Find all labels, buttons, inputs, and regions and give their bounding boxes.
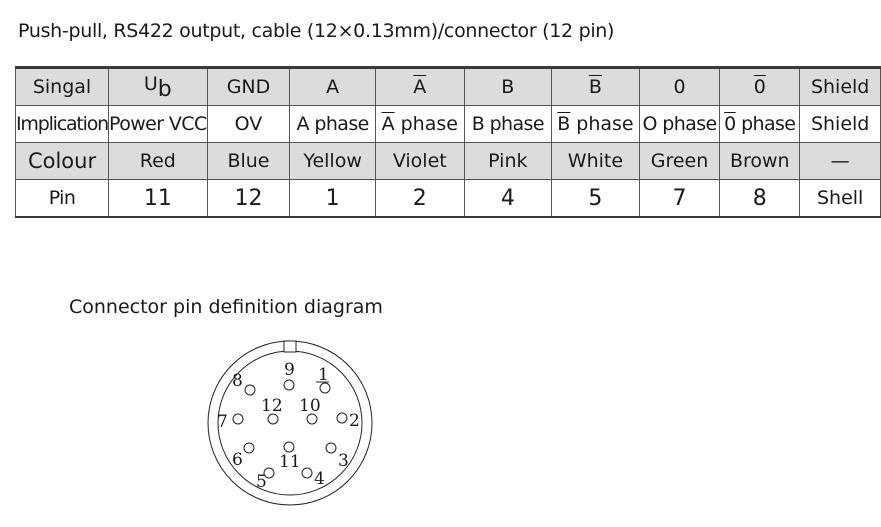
row-label-pin: Pin bbox=[14, 179, 110, 218]
pin-6-label: 6 bbox=[232, 450, 243, 470]
cell-signal-0-bar: 0 bbox=[719, 67, 801, 106]
cell-pin-11: 11 bbox=[108, 179, 208, 218]
pin-5-label: 5 bbox=[256, 472, 267, 492]
pin-4-label: 4 bbox=[314, 469, 325, 489]
cell-pin-8: 8 bbox=[719, 179, 801, 218]
cell-impl-b-bar-phase: B phase bbox=[551, 105, 640, 143]
cell-colour-white: White bbox=[551, 142, 640, 180]
cell-impl-power: Power VCC bbox=[108, 105, 208, 143]
cell-signal-0: 0 bbox=[638, 67, 721, 106]
cell-signal-shield: Shield bbox=[799, 67, 881, 106]
table-row-signal: Singal Ub GND A A B B 0 0 Shield bbox=[14, 67, 881, 106]
pin-6-hole bbox=[243, 442, 255, 454]
ub-main: U bbox=[143, 72, 158, 95]
zero-bar-text: 0 bbox=[753, 76, 766, 98]
diagram-title: Connector pin definition diagram bbox=[69, 296, 383, 318]
cell-impl-o-phase: O phase bbox=[638, 105, 721, 143]
table-row-implication: Implication Power VCC OV A phase A phase… bbox=[14, 105, 881, 143]
cell-colour-violet: Violet bbox=[374, 142, 465, 180]
cell-pin-2: 2 bbox=[374, 179, 465, 218]
cell-pin-5: 5 bbox=[551, 179, 640, 218]
pin-8-hole bbox=[244, 384, 256, 396]
pin-12-label: 12 bbox=[261, 396, 283, 416]
cell-pin-1: 1 bbox=[289, 179, 376, 218]
pin-10-label: 10 bbox=[299, 396, 321, 416]
cell-pin-4: 4 bbox=[463, 179, 553, 218]
phase-suffix: phase bbox=[570, 113, 634, 135]
b-bar-text: B bbox=[588, 76, 602, 98]
pin-9-hole bbox=[283, 379, 295, 391]
row-label-implication: Implication bbox=[14, 105, 110, 143]
cell-impl-a-bar-phase: A phase bbox=[374, 105, 465, 143]
cell-colour-pink: Pink bbox=[463, 142, 553, 180]
phase-suffix: phase bbox=[735, 113, 796, 135]
page-title: Push-pull, RS422 output, cable (12×0.13m… bbox=[18, 20, 615, 42]
pin-group: 123456789101112 bbox=[217, 360, 360, 492]
cell-impl-ov: OV bbox=[206, 105, 291, 143]
cell-impl-a-phase: A phase bbox=[289, 105, 376, 143]
pin-3-hole bbox=[325, 442, 337, 454]
table-row-pin: Pin 11 12 1 2 4 5 7 8 Shell bbox=[14, 179, 881, 218]
cell-signal-a: A bbox=[289, 67, 376, 106]
row-label-colour: Colour bbox=[14, 142, 110, 180]
cell-colour-brown: Brown bbox=[719, 142, 801, 180]
pin-2-hole bbox=[336, 412, 348, 424]
cell-impl-shield: Shield bbox=[799, 105, 881, 143]
cell-colour-yellow: Yellow bbox=[289, 142, 376, 180]
pin-11-hole bbox=[283, 441, 295, 453]
a-bar-text: A bbox=[413, 76, 427, 98]
pin-11-label: 11 bbox=[279, 452, 301, 472]
cell-colour-none: — bbox=[799, 142, 881, 180]
cell-impl-b-phase: B phase bbox=[463, 105, 553, 143]
cell-signal-b: B bbox=[463, 67, 553, 106]
cell-colour-green: Green bbox=[638, 142, 721, 180]
zero-bar-prefix: 0 bbox=[724, 113, 736, 135]
cell-signal-gnd: GND bbox=[206, 67, 291, 106]
phase-suffix: phase bbox=[394, 113, 458, 135]
pin-8-label: 8 bbox=[232, 371, 243, 391]
cell-colour-blue: Blue bbox=[206, 142, 291, 180]
pin-7-hole bbox=[232, 413, 244, 425]
cell-pin-shell: Shell bbox=[799, 179, 881, 218]
signal-table: Singal Ub GND A A B B 0 0 Shield Implica… bbox=[14, 66, 881, 218]
ub-subscript: b bbox=[157, 76, 172, 102]
pin-9-label: 9 bbox=[284, 360, 295, 380]
cell-pin-12: 12 bbox=[206, 179, 291, 218]
connector-diagram: 123456789101112 bbox=[207, 340, 373, 506]
a-bar-prefix: A bbox=[381, 113, 395, 135]
pin-2-label: 2 bbox=[349, 411, 360, 431]
row-label-signal: Singal bbox=[14, 67, 110, 106]
cell-signal-ub: Ub bbox=[108, 67, 208, 106]
b-bar-prefix: B bbox=[557, 113, 571, 135]
connector-key-notch bbox=[283, 340, 297, 353]
table-row-colour: Colour Red Blue Yellow Violet Pink White… bbox=[14, 142, 881, 180]
cell-colour-red: Red bbox=[108, 142, 208, 180]
pin-7-label: 7 bbox=[217, 412, 228, 432]
pin-4-hole bbox=[301, 467, 313, 479]
cell-signal-b-bar: B bbox=[551, 67, 640, 106]
cell-signal-a-bar: A bbox=[374, 67, 465, 106]
cell-pin-7: 7 bbox=[638, 179, 721, 218]
pin-3-label: 3 bbox=[338, 451, 349, 471]
cell-impl-0-bar-phase: 0 phase bbox=[719, 105, 801, 143]
